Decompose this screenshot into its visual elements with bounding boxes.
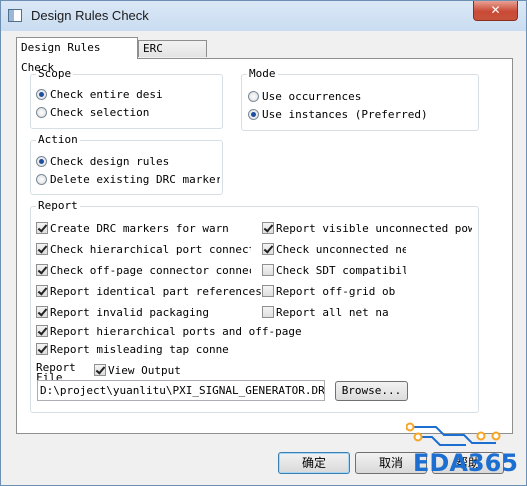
report-file-path-input[interactable]: D:\project\yuanlitu\PXI_SIGNAL_GENERATOR… <box>37 380 325 401</box>
tab-erc-matrix[interactable]: ERC Matrix <box>138 40 207 71</box>
action-label: Action <box>36 133 80 146</box>
report-label: Report <box>36 199 80 212</box>
report-option-right[interactable]: Report visible unconnected power <box>262 221 472 236</box>
checkbox-checked-icon <box>36 285 48 297</box>
watermark-text: EDA365 <box>413 449 518 477</box>
report-option-label: Report visible unconnected power <box>276 222 472 235</box>
radio-unselected-icon <box>36 174 47 185</box>
radio-selected-icon <box>248 109 259 120</box>
eda365-watermark: EDA365 <box>405 419 518 481</box>
ok-button[interactable]: 确定 <box>278 452 350 474</box>
checkbox-checked-icon <box>36 222 48 234</box>
report-option-label: Check unconnected nets <box>276 243 406 256</box>
report-option-label: Report invalid packaging <box>50 306 209 319</box>
report-option-left[interactable]: Check off-page connector connection <box>36 263 251 278</box>
checkbox-checked-icon <box>262 222 274 234</box>
mode-group: Mode Use occurrences Use instances (Pref… <box>241 67 479 131</box>
report-file-label-text: Report File <box>36 363 76 380</box>
radio-unselected-icon <box>36 107 47 118</box>
scope-selection-radio[interactable]: Check selection <box>36 105 149 120</box>
report-option-label: Report off-grid objects <box>276 285 395 298</box>
report-option-label: Check off-page connector connection <box>50 264 251 277</box>
report-option-label: Report identical part references <box>50 285 262 298</box>
app-window-icon <box>8 9 22 22</box>
report-option-right[interactable]: Check unconnected nets <box>262 242 406 257</box>
report-option-left[interactable]: Report identical part references <box>36 284 262 299</box>
checkbox-checked-icon <box>36 325 48 337</box>
report-option-right[interactable]: Report all net names <box>262 305 388 320</box>
mode-label: Mode <box>247 67 278 80</box>
report-option-left[interactable]: Report misleading tap connection <box>36 342 229 357</box>
scope-group: Scope Check entire design Check selectio… <box>30 67 223 129</box>
checkbox-unchecked-icon <box>262 264 274 276</box>
report-option-left[interactable]: Report hierarchical ports and off-page c… <box>36 324 308 339</box>
radio-selected-icon <box>36 156 47 167</box>
checkbox-checked-icon <box>36 343 48 355</box>
report-option-label: Check SDT compatibility <box>276 264 406 277</box>
mode-instances-radio[interactable]: Use instances (Preferred) <box>248 107 428 122</box>
tab-panel: Scope Check entire design Check selectio… <box>16 58 513 434</box>
scope-entire-design-label: Check entire design <box>50 88 162 101</box>
report-option-label: Report all net names <box>276 306 388 319</box>
action-delete-markers-radio[interactable]: Delete existing DRC marker <box>36 172 220 187</box>
action-check-rules-label: Check design rules <box>50 155 170 168</box>
radio-selected-icon <box>36 89 47 100</box>
mode-occurrences-label: Use occurrences <box>262 90 362 103</box>
action-check-rules-radio[interactable]: Check design rules <box>36 154 169 169</box>
action-delete-markers-label: Delete existing DRC marker <box>50 173 220 186</box>
mode-instances-label: Use instances (Preferred) <box>262 108 428 121</box>
report-option-right[interactable]: Report off-grid objects <box>262 284 395 299</box>
checkbox-checked-icon <box>36 264 48 276</box>
checkbox-checked-icon <box>36 306 48 318</box>
close-icon: ✕ <box>490 3 501 17</box>
report-option-label: Create DRC markers for warn <box>50 222 229 235</box>
scope-selection-label: Check selection <box>50 106 150 119</box>
dialog-window: Design Rules Check ✕ Design Rules Check … <box>0 0 527 486</box>
tab-design-rules-check[interactable]: Design Rules Check <box>16 37 138 74</box>
report-option-label: Report misleading tap connection <box>50 343 229 356</box>
report-option-left[interactable]: Check hierarchical port connection <box>36 242 251 257</box>
checkbox-checked-icon <box>94 364 106 376</box>
checkbox-unchecked-icon <box>262 306 274 318</box>
report-option-label: Check hierarchical port connection <box>50 243 251 256</box>
scope-entire-design-radio[interactable]: Check entire design <box>36 87 162 102</box>
window-title: Design Rules Check <box>31 8 149 23</box>
report-option-right[interactable]: Check SDT compatibility <box>262 263 406 278</box>
browse-button[interactable]: Browse... <box>335 381 408 401</box>
checkbox-checked-icon <box>36 243 48 255</box>
view-output-checkbox[interactable]: View Output <box>94 363 181 378</box>
circuit-trace-icon <box>405 422 501 446</box>
report-option-left[interactable]: Create DRC markers for warn <box>36 221 246 236</box>
close-button[interactable]: ✕ <box>473 1 518 21</box>
mode-occurrences-radio[interactable]: Use occurrences <box>248 89 361 104</box>
checkbox-checked-icon <box>262 243 274 255</box>
radio-unselected-icon <box>248 91 259 102</box>
checkbox-unchecked-icon <box>262 285 274 297</box>
title-bar[interactable]: Design Rules Check ✕ <box>1 1 526 31</box>
view-output-label: View Output <box>108 364 181 377</box>
report-option-label: Report hierarchical ports and off-page c… <box>50 325 308 338</box>
report-option-left[interactable]: Report invalid packaging <box>36 305 209 320</box>
action-group: Action Check design rules Delete existin… <box>30 133 223 195</box>
